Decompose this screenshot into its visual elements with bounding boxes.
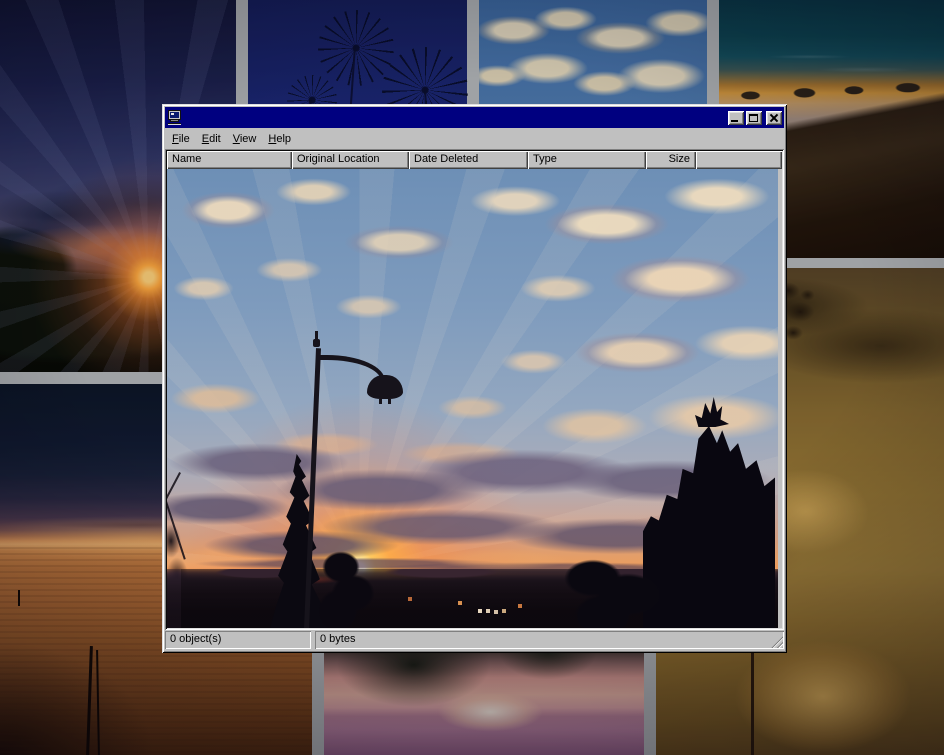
pole-silhouette: [751, 648, 754, 755]
street-lamp-finial-tip: [315, 331, 318, 340]
column-header-date-deleted[interactable]: Date Deleted: [409, 151, 528, 169]
minimize-icon: [731, 120, 738, 122]
menu-file[interactable]: File: [166, 131, 196, 147]
resize-grip[interactable]: [770, 635, 783, 648]
title-bar[interactable]: [165, 107, 784, 128]
maximize-button[interactable]: [746, 111, 762, 125]
menu-help[interactable]: Help: [262, 131, 297, 147]
seed-head-silhouette: [318, 10, 394, 86]
status-bar: 0 object(s) 0 bytes: [165, 630, 784, 650]
column-header-name[interactable]: Name: [167, 151, 292, 169]
column-header-type[interactable]: Type: [528, 151, 646, 169]
right-bushes-silhouette: [563, 545, 663, 628]
bush-silhouette: [317, 541, 377, 628]
column-header-blank[interactable]: [696, 151, 782, 169]
column-header-row: Name Original Location Date Deleted Type…: [167, 151, 782, 169]
street-lamp-dangle: [379, 399, 382, 404]
maximize-icon: [749, 114, 758, 122]
menu-view[interactable]: View: [227, 131, 263, 147]
status-bytes-text: 0 bytes: [320, 633, 355, 645]
column-header-size[interactable]: Size: [646, 151, 696, 169]
minimize-button[interactable]: [728, 111, 744, 125]
file-list-view[interactable]: Name Original Location Date Deleted Type…: [165, 149, 784, 630]
street-lamp-head: [367, 375, 403, 399]
menu-edit[interactable]: Edit: [196, 131, 227, 147]
window-controls: [728, 111, 782, 125]
desktop: { "window": { "title": "", "menu": ["Fil…: [0, 0, 944, 755]
close-button[interactable]: [766, 111, 782, 125]
column-header-original-location[interactable]: Original Location: [292, 151, 409, 169]
menu-bar: File Edit View Help: [165, 128, 784, 149]
computer-icon[interactable]: [167, 110, 183, 125]
street-lamp-finial: [313, 339, 320, 347]
city-lights: [478, 609, 482, 613]
recycle-bin-window: File Edit View Help Name Original Locati…: [162, 104, 787, 653]
wooden-post-silhouette: [18, 590, 20, 606]
status-bytes: 0 bytes: [315, 631, 784, 649]
sunset-lamp-photo: [167, 169, 778, 628]
status-objects: 0 object(s): [165, 631, 311, 649]
